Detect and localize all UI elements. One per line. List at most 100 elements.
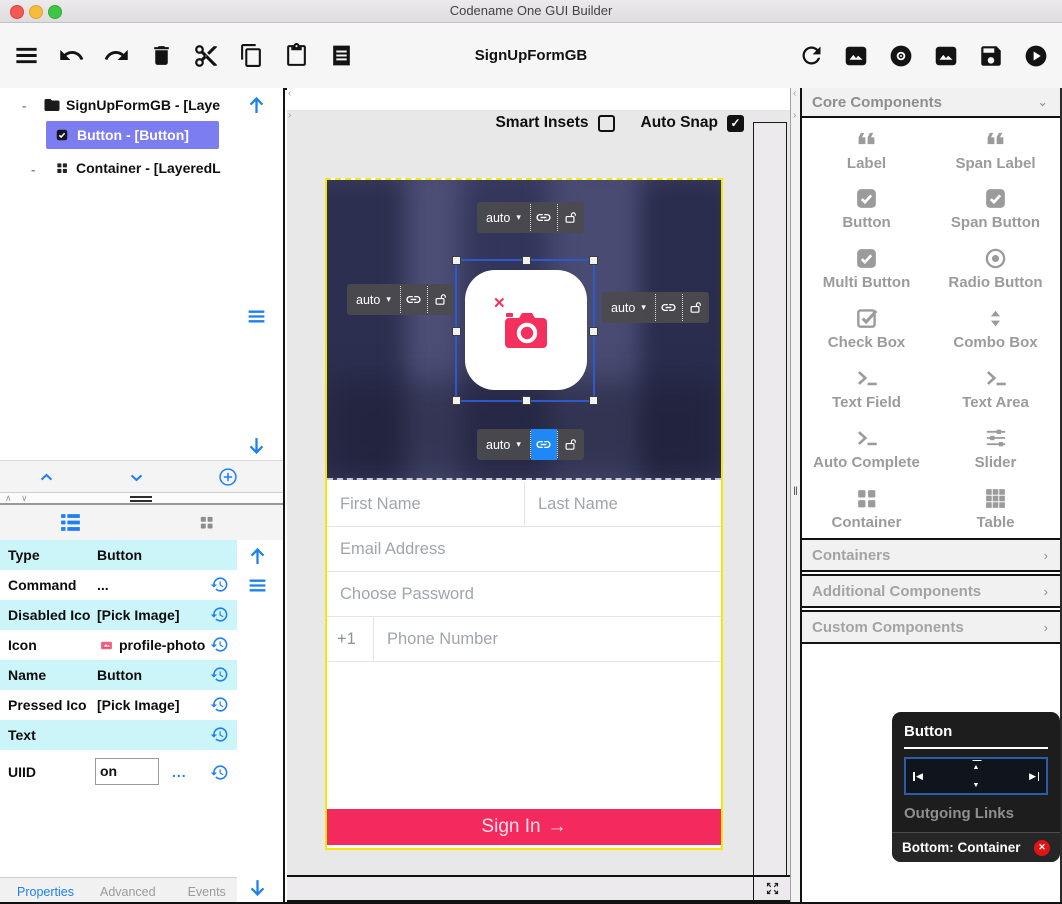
smart-insets-checkbox[interactable] <box>598 115 615 132</box>
inset-bar-bottom[interactable]: auto▾ <box>477 429 584 460</box>
section-containers[interactable]: Containers › <box>802 538 1060 572</box>
history-icon[interactable] <box>210 605 229 624</box>
splitter-left-icon[interactable]: ‹ <box>793 89 796 99</box>
lock-icon[interactable] <box>558 429 584 460</box>
component-span-label[interactable]: Span Label <box>931 118 1060 178</box>
component-check-box[interactable]: Check Box <box>802 298 931 358</box>
splitter-left-icon[interactable]: ‹ <box>288 89 291 99</box>
refresh-icon[interactable] <box>797 42 825 70</box>
tab-properties[interactable]: Properties <box>17 885 74 899</box>
component-text-area[interactable]: Text Area <box>931 358 1060 418</box>
play-icon[interactable] <box>1022 42 1050 70</box>
history-icon[interactable] <box>210 725 229 744</box>
auto-snap-checkbox[interactable]: ✓ <box>727 115 744 132</box>
inset-mode-dropdown[interactable]: auto▾ <box>477 202 530 233</box>
link-icon[interactable] <box>531 202 557 233</box>
resize-handle-s[interactable] <box>522 396 531 405</box>
text-cursor-icon <box>854 365 880 391</box>
splitter-right-icon[interactable]: › <box>793 111 796 121</box>
resize-handle-n[interactable] <box>522 256 531 265</box>
component-span-button[interactable]: Span Button <box>931 178 1060 238</box>
inset-bar-top[interactable]: auto▾ <box>477 202 584 233</box>
component-radio-button[interactable]: Radio Button <box>931 238 1060 298</box>
uiid-more-button[interactable]: ... <box>172 750 187 795</box>
history-icon[interactable] <box>210 575 229 594</box>
canvas-side-strip <box>753 122 787 877</box>
component-combo-box[interactable]: Combo Box <box>931 298 1060 358</box>
delete-photo-x-icon: ✕ <box>493 294 506 312</box>
image-icon[interactable] <box>842 42 870 70</box>
splitter-handle[interactable]: ‖ <box>793 486 798 496</box>
resize-handle-nw[interactable] <box>452 256 461 265</box>
inset-mode-dropdown[interactable]: auto▾ <box>602 292 655 323</box>
resize-handle-e[interactable] <box>589 327 598 336</box>
resize-handle-w[interactable] <box>452 327 461 336</box>
property-row-pressed-icon[interactable]: Pressed Ico [Pick Image] <box>0 690 237 720</box>
property-value: [Pick Image] <box>97 690 179 720</box>
resize-handle-se[interactable] <box>589 396 598 405</box>
history-icon[interactable] <box>210 665 229 684</box>
tab-advanced[interactable]: Advanced <box>100 885 156 899</box>
link-icon[interactable] <box>401 284 427 315</box>
canvas-right-splitter[interactable]: ‹ › ‖ <box>790 88 800 904</box>
history-icon[interactable] <box>210 695 229 714</box>
link-top-icon[interactable]: ▲ <box>973 762 980 772</box>
link-icon[interactable] <box>656 292 682 323</box>
component-text-field[interactable]: Text Field <box>802 358 931 418</box>
section-core-components[interactable]: Core Components ⌄ <box>802 88 1060 118</box>
email-field[interactable]: Email Address <box>327 527 721 572</box>
lock-icon[interactable] <box>428 284 454 315</box>
link-right-icon[interactable]: ▶ <box>1029 772 1036 781</box>
property-row-disabled-icon[interactable]: Disabled Ico [Pick Image] <box>0 600 237 630</box>
resize-handle-sw[interactable] <box>452 396 461 405</box>
remove-link-icon[interactable]: ✕ <box>1034 840 1050 856</box>
uiid-input[interactable]: on <box>95 758 159 785</box>
property-down-icon[interactable] <box>247 877 268 898</box>
link-icon-active[interactable] <box>531 429 557 460</box>
component-container[interactable]: Container <box>802 478 931 538</box>
inset-bar-left[interactable]: auto▾ <box>347 284 454 315</box>
record-icon[interactable] <box>887 42 915 70</box>
property-row-uiid[interactable]: UIID on ... <box>0 750 237 795</box>
link-bottom-icon[interactable]: ▼ <box>973 781 980 790</box>
phone-preview[interactable]: ✕ auto▾ auto▾ auto▾ <box>325 178 723 850</box>
resize-handle-ne[interactable] <box>589 256 598 265</box>
inset-mode-dropdown[interactable]: auto▾ <box>477 429 530 460</box>
first-name-field[interactable]: First Name <box>327 482 524 526</box>
expand-button[interactable] <box>753 877 790 900</box>
property-row-type[interactable]: Type Button <box>0 540 237 570</box>
splitter-right-icon[interactable]: › <box>288 111 291 121</box>
property-row-name[interactable]: Name Button <box>0 660 237 690</box>
component-label[interactable]: Label <box>802 118 931 178</box>
outgoing-link-row[interactable]: Bottom: Container ✕ <box>892 832 1060 862</box>
phone-number-field[interactable]: Phone Number <box>374 617 721 661</box>
property-row-command[interactable]: Command ... <box>0 570 237 600</box>
history-icon[interactable] <box>210 635 229 654</box>
last-name-field[interactable]: Last Name <box>525 482 721 526</box>
component-button[interactable]: Button <box>802 178 931 238</box>
component-table[interactable]: Table <box>931 478 1060 538</box>
property-up-icon[interactable] <box>247 546 268 567</box>
component-auto-complete[interactable]: Auto Complete <box>802 418 931 478</box>
section-custom-components[interactable]: Custom Components › <box>802 610 1060 644</box>
sign-in-button[interactable]: Sign In → <box>327 809 721 845</box>
lock-icon[interactable] <box>683 292 709 323</box>
section-additional-components[interactable]: Additional Components › <box>802 574 1060 608</box>
inset-mode-dropdown[interactable]: auto▾ <box>347 284 400 315</box>
component-slider[interactable]: Slider <box>931 418 1060 478</box>
tab-events[interactable]: Events <box>188 885 226 899</box>
history-icon[interactable] <box>210 763 229 782</box>
component-multi-button[interactable]: Multi Button <box>802 238 931 298</box>
inset-bar-right[interactable]: auto▾ <box>602 292 709 323</box>
property-menu-icon[interactable] <box>247 575 268 596</box>
profile-photo-button[interactable]: ✕ <box>465 270 587 390</box>
text-cursor-icon <box>854 425 880 451</box>
password-field[interactable]: Choose Password <box>327 572 721 617</box>
phone-prefix[interactable]: +1 <box>327 617 373 661</box>
screenshot-icon[interactable] <box>932 42 960 70</box>
lock-icon[interactable] <box>558 202 584 233</box>
save-icon[interactable] <box>977 42 1005 70</box>
property-row-icon[interactable]: Icon profile-photo <box>0 630 237 660</box>
property-row-text[interactable]: Text <box>0 720 237 750</box>
link-left-icon[interactable]: ◀ <box>916 772 923 781</box>
